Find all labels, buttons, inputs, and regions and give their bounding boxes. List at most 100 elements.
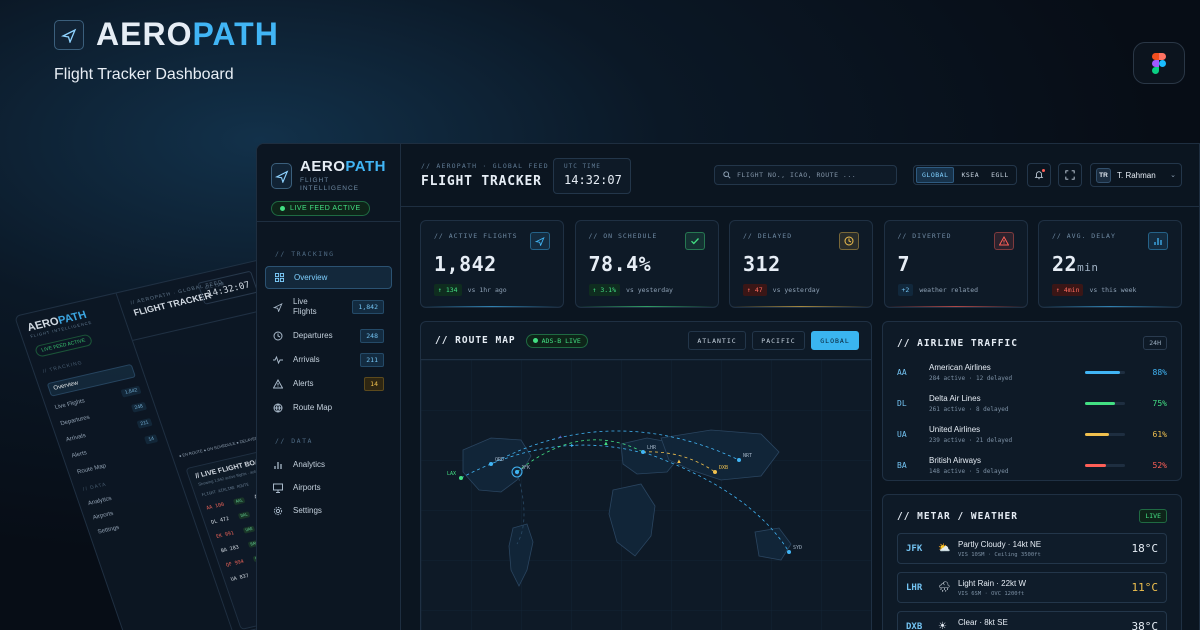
airport-marker-lhr[interactable] [641, 450, 645, 454]
user-menu[interactable]: TR T. Rahman ⌄ [1090, 163, 1182, 187]
figma-icon[interactable] [1133, 42, 1185, 84]
live-dot-icon [532, 338, 538, 343]
stat-note: weather related [919, 286, 979, 294]
sidebar-item-label: Alerts [293, 378, 314, 388]
sidebar-item-analytics[interactable]: Analytics [265, 453, 392, 476]
region-global[interactable]: GLOBAL [916, 167, 955, 183]
plane-icon [273, 302, 283, 312]
airline-name: American Airlines [929, 362, 991, 372]
region-egll[interactable]: EGLL [986, 168, 1014, 182]
airline-row[interactable]: DL Delta Air Lines 261 active · 8 delayed… [897, 394, 1167, 413]
airline-percent: 52% [1152, 460, 1167, 470]
sidebar-item-label: Airports [293, 482, 321, 492]
sidebar-item-live-flights[interactable]: Live Flights 1,842 [265, 290, 392, 323]
stat-change: ↑ 47 [743, 284, 767, 296]
airport-marker-dxb[interactable] [713, 470, 717, 474]
airport-marker-lax[interactable] [459, 476, 463, 480]
sidebar-item-arrivals[interactable]: Arrivals 211 [265, 348, 392, 371]
airport-label: SYD [793, 545, 802, 551]
airport-marker-jfk[interactable] [515, 470, 519, 474]
count-badge: 248 [360, 328, 384, 343]
sidebar-tagline: FLIGHT INTELLIGENCE [300, 177, 360, 192]
warning-icon [993, 232, 1014, 250]
stat-note: vs this week [1089, 286, 1137, 294]
mini-live-pill: LIVE FEED ACTIVE [33, 333, 94, 358]
weather-row[interactable]: DXB ☀ Clear · 8kt SEVIS 10SM · SKC 38°C [897, 611, 1167, 630]
sidebar-brand: AEROPATH [300, 158, 386, 175]
airline-row[interactable]: AA American Airlines 284 active · 12 dela… [897, 362, 1167, 382]
temperature: 38°C [1131, 620, 1159, 630]
fullscreen-button[interactable] [1058, 163, 1082, 187]
sidebar-item-label: Settings [293, 505, 322, 515]
airline-row[interactable]: BA British Airways 148 active · 5 delayed… [897, 456, 1167, 475]
notifications-button[interactable] [1027, 163, 1051, 187]
search-icon [723, 171, 731, 179]
airline-meta: 148 active · 5 delayed [929, 467, 1009, 475]
airport-marker-nrt[interactable] [737, 458, 741, 462]
sidebar-item-airports[interactable]: Airports [265, 476, 392, 499]
airline-row[interactable]: UA United Airlines 239 active · 21 delaye… [897, 425, 1167, 444]
airline-percent: 61% [1152, 429, 1167, 439]
airline-progress [1085, 370, 1125, 374]
airline-progress-fill [1085, 401, 1115, 405]
count-badge: 1,842 [352, 299, 384, 314]
airport-label: LHR [647, 445, 657, 451]
airline-progress-fill [1085, 370, 1121, 374]
nav-section-data: // DATA [275, 437, 313, 445]
temperature: 11°C [1131, 581, 1159, 594]
chart-icon [1148, 232, 1168, 250]
sidebar-item-route-map[interactable]: Route Map [265, 396, 392, 419]
dashboard-window: AEROPATH FLIGHT INTELLIGENCE LIVE FEED AC… [256, 143, 1200, 630]
airline-code: DL [897, 398, 907, 408]
nav-data: Analytics Airports Settings [257, 453, 400, 522]
page-title: FLIGHT TRACKER [421, 174, 542, 189]
airline-meta: 239 active · 21 delayed [929, 436, 1013, 444]
stat-accent-line [1039, 306, 1181, 307]
search-input[interactable] [737, 171, 887, 179]
sidebar-item-departures[interactable]: Departures 248 [265, 324, 392, 347]
tab-pacific[interactable]: PACIFIC [752, 331, 805, 350]
stat-accent-line [421, 306, 563, 307]
stat-card: // ON SCHEDULE 78.4% ↑ 3.1% vs yesterday [574, 220, 719, 308]
weather-meta: VIS 6SM · OVC 1200ft [958, 590, 1025, 597]
stat-value: 78.4% [588, 252, 652, 276]
airline-progress [1085, 432, 1125, 436]
sidebar-item-settings[interactable]: Settings [265, 499, 392, 522]
mini-utc: UTC TIME 14:32:07 [197, 270, 259, 305]
utc-value: 14:32:07 [564, 173, 622, 187]
airline-percent: 75% [1152, 398, 1167, 408]
weather-row[interactable]: JFK ⛅ Partly Cloudy · 14kt NE VIS 10SM · … [897, 533, 1167, 564]
airport-marker-syd[interactable] [787, 550, 791, 554]
sidebar-item-alerts[interactable]: Alerts 14 [265, 372, 392, 395]
avatar: TR [1096, 167, 1111, 183]
weather-condition: Light Rain · 22kt W [958, 578, 1027, 588]
airline-percent: 88% [1152, 367, 1167, 377]
gear-icon [273, 506, 283, 516]
airport-label: ORD [495, 457, 504, 463]
tab-atlantic[interactable]: ATLANTIC [688, 331, 746, 350]
route-map-canvas[interactable]: LAX ORD JFK LHR DXB NRT SYD ▸ ▲ ▲ ^ [421, 360, 871, 630]
range-chip[interactable]: 24H [1143, 336, 1167, 350]
weather-row[interactable]: LHR 🌧 Light Rain · 22kt W VIS 6SM · OVC 1… [897, 572, 1167, 603]
sidebar-item-overview[interactable]: Overview [265, 266, 392, 289]
stat-card: // DIVERTED 7 +2 weather related [883, 220, 1028, 308]
tab-global[interactable]: GLOBAL [811, 331, 859, 350]
stat-change: ↑ 4min [1052, 284, 1084, 296]
region-ksea[interactable]: KSEA [956, 168, 984, 182]
airport-marker-ord[interactable] [489, 462, 493, 466]
pulse-icon [273, 355, 283, 365]
sidebar-header: AEROPATH FLIGHT INTELLIGENCE LIVE FEED AC… [257, 144, 400, 222]
expand-icon [1065, 170, 1075, 180]
sidebar-item-label: Overview [294, 272, 328, 282]
svg-text:▲: ▲ [603, 441, 609, 447]
stat-value: 22min [1052, 252, 1099, 276]
grid-icon [274, 273, 284, 283]
airline-code: AA [897, 367, 907, 377]
check-icon [684, 232, 705, 250]
airline-list: AA American Airlines 284 active · 12 dela… [897, 362, 1167, 475]
search-box[interactable] [714, 165, 897, 185]
utc-clock: UTC TIME 14:32:07 [553, 158, 631, 194]
clock-icon [839, 232, 859, 250]
live-chip: LIVE [1139, 509, 1167, 523]
airline-code: BA [897, 460, 907, 470]
